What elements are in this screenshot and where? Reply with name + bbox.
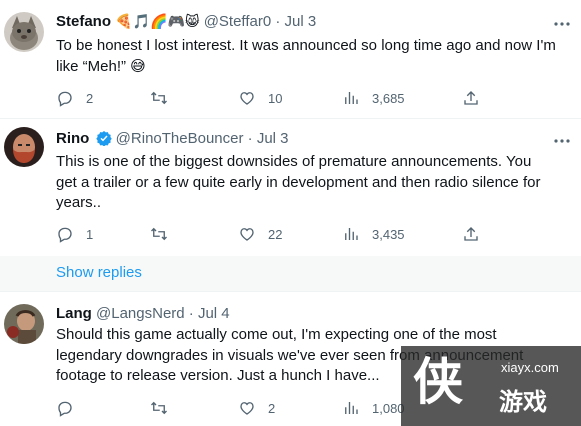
tweet-text-line: Should this game actually come out, I'm … bbox=[56, 326, 497, 343]
more-dots-icon[interactable] bbox=[550, 131, 574, 151]
show-replies-button[interactable]: Show replies bbox=[0, 256, 581, 291]
share-button[interactable] bbox=[462, 224, 480, 244]
tweet-actions: 1 22 3,435 bbox=[56, 224, 556, 244]
timestamp[interactable]: Jul 3 bbox=[285, 13, 317, 30]
retweet-button[interactable] bbox=[150, 398, 168, 418]
reply-icon bbox=[58, 91, 72, 107]
tweet-header: Stefano 🍕🎵🌈🎮😸 @Steffar0 · Jul 3 bbox=[56, 12, 316, 32]
display-name[interactable]: Rino bbox=[56, 130, 89, 147]
retweet-icon bbox=[151, 227, 167, 241]
separator: · bbox=[188, 305, 194, 322]
like-button[interactable]: 2 bbox=[238, 398, 275, 418]
retweet-icon bbox=[151, 401, 167, 415]
heart-icon bbox=[240, 228, 254, 241]
reply-icon bbox=[58, 401, 72, 417]
like-count: 2 bbox=[268, 400, 276, 416]
reply-button[interactable]: 2 bbox=[56, 88, 93, 108]
view-count: 3,435 bbox=[372, 226, 405, 242]
avatar[interactable] bbox=[4, 127, 44, 167]
tweet-text-line: years.. bbox=[56, 194, 102, 211]
reply-count: 1 bbox=[86, 226, 94, 242]
tweet-text: This is one of the biggest downsides of … bbox=[56, 152, 576, 214]
tweet-text-line: To be honest I lost interest. It was ann… bbox=[56, 37, 556, 54]
separator: · bbox=[247, 130, 253, 147]
views-chart-icon bbox=[345, 402, 358, 414]
heart-icon bbox=[240, 92, 254, 105]
views-chart-icon bbox=[345, 92, 358, 104]
timestamp[interactable]: Jul 3 bbox=[257, 130, 289, 147]
retweet-icon bbox=[151, 91, 167, 105]
retweet-button[interactable] bbox=[150, 224, 168, 244]
views-button[interactable]: 3,435 bbox=[342, 224, 405, 244]
reply-button[interactable]: 1 bbox=[56, 224, 93, 244]
avatar[interactable] bbox=[4, 304, 44, 344]
like-count: 10 bbox=[268, 90, 283, 106]
reply-count: 2 bbox=[86, 90, 94, 106]
share-icon bbox=[464, 227, 478, 241]
view-count: 3,685 bbox=[372, 90, 405, 106]
separator: · bbox=[275, 13, 281, 30]
tweet-text-line: This is one of the biggest downsides of … bbox=[56, 153, 532, 170]
tweet-actions: 2 10 3,685 bbox=[56, 88, 556, 108]
name-emojis: 🍕🎵🌈🎮😸 bbox=[115, 14, 200, 30]
tweet-header: Lang @LangsNerd · Jul 4 bbox=[56, 304, 230, 324]
views-button[interactable]: 3,685 bbox=[342, 88, 405, 108]
view-count: 1,080 bbox=[372, 400, 405, 416]
watermark-logo-glyph: 侠 bbox=[413, 353, 463, 411]
site-watermark: 侠 xiayx.com 游戏 bbox=[401, 346, 581, 426]
handle[interactable]: @RinoTheBouncer bbox=[116, 130, 244, 147]
avatar-bearded-man-icon bbox=[4, 127, 44, 167]
like-button[interactable]: 10 bbox=[238, 88, 282, 108]
heart-icon bbox=[240, 402, 254, 415]
handle[interactable]: @LangsNerd bbox=[96, 305, 185, 322]
like-count: 22 bbox=[268, 226, 283, 242]
more-dots-icon[interactable] bbox=[550, 14, 574, 34]
tweet-text-line: like “Meh!” 😅 bbox=[56, 57, 146, 75]
watermark-url: xiayx.com bbox=[501, 360, 559, 375]
timestamp[interactable]: Jul 4 bbox=[198, 305, 230, 322]
watermark-name: 游戏 bbox=[499, 388, 547, 416]
views-button[interactable]: 1,080 bbox=[342, 398, 405, 418]
show-replies-label[interactable]: Show replies bbox=[56, 264, 142, 281]
reply-button[interactable] bbox=[56, 398, 74, 418]
share-icon bbox=[464, 91, 478, 105]
tweet-text: To be honest I lost interest. It was ann… bbox=[56, 36, 576, 77]
tweet-stefano[interactable]: Stefano 🍕🎵🌈🎮😸 @Steffar0 · Jul 3 To be ho… bbox=[0, 0, 581, 126]
tweet-text-line: get a trailer or a few quite early in de… bbox=[56, 173, 541, 191]
views-chart-icon bbox=[345, 228, 358, 240]
verified-badge-icon bbox=[95, 131, 112, 146]
handle[interactable]: @Steffar0 bbox=[204, 13, 272, 30]
share-button[interactable] bbox=[462, 88, 480, 108]
avatar-fighter-photo-icon bbox=[4, 304, 44, 344]
reply-icon bbox=[58, 227, 72, 243]
avatar-cat-photo-icon bbox=[4, 12, 44, 52]
tweet-rino[interactable]: Rino @RinoTheBouncer · Jul 3 This is one… bbox=[0, 119, 581, 256]
avatar[interactable] bbox=[4, 12, 44, 52]
like-button[interactable]: 22 bbox=[238, 224, 282, 244]
tweet-header: Rino @RinoTheBouncer · Jul 3 bbox=[56, 129, 289, 149]
display-name[interactable]: Stefano bbox=[56, 13, 111, 30]
retweet-button[interactable] bbox=[150, 88, 168, 108]
display-name[interactable]: Lang bbox=[56, 305, 92, 322]
